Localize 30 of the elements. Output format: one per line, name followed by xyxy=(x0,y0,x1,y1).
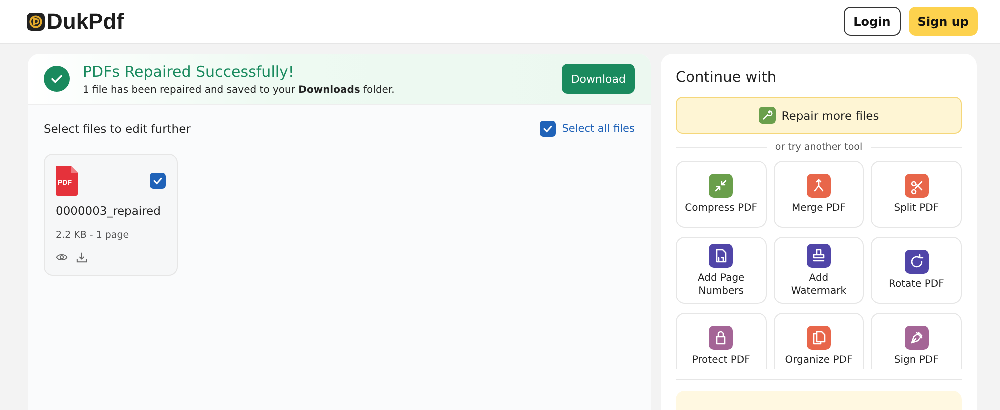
success-check-icon xyxy=(44,66,70,92)
success-message: 1 file has been repaired and saved to your Downloads folder. xyxy=(83,84,396,96)
logo-text: DukPdf xyxy=(47,8,124,34)
success-title: PDFs Repaired Successfully! xyxy=(83,62,296,80)
tool-tile[interactable]: Merge PDF xyxy=(774,161,864,228)
download-button[interactable]: Download xyxy=(562,64,635,94)
tool-tile[interactable]: Organize PDF xyxy=(774,313,864,369)
tool-tile[interactable]: Split PDF xyxy=(871,161,962,228)
file-checkbox[interactable] xyxy=(150,173,166,189)
select-all-link[interactable]: Select all files xyxy=(562,123,635,135)
tool-tile[interactable]: Compress PDF xyxy=(676,161,767,228)
continue-title: Continue with xyxy=(676,70,778,86)
login-button[interactable]: Login xyxy=(844,7,901,36)
tool-tile[interactable]: Protect PDF xyxy=(676,313,767,369)
repair-more-button[interactable]: Repair more files xyxy=(676,97,962,134)
download-icon[interactable] xyxy=(76,252,88,263)
tool-tile[interactable]: Add Watermark xyxy=(774,237,864,304)
select-all-checkbox[interactable] xyxy=(540,121,556,137)
logo-icon xyxy=(27,12,45,30)
preview-eye-icon[interactable] xyxy=(56,252,68,263)
tool-tile[interactable]: Rotate PDF xyxy=(871,237,962,304)
divider-text: or try another tool xyxy=(775,142,863,153)
tool-tile[interactable]: Sign PDF xyxy=(871,313,962,369)
wrench-icon xyxy=(758,107,776,124)
tool-tile[interactable]: Add Page Numbers xyxy=(676,237,767,304)
section-heading: Select files to edit further xyxy=(44,122,191,136)
file-name: 0000003_repaired xyxy=(56,204,162,218)
sign-up-button[interactable]: Sign up xyxy=(908,7,978,36)
file-meta: 2.2 KB - 1 page xyxy=(56,230,130,241)
pdf-file-icon xyxy=(56,166,78,196)
